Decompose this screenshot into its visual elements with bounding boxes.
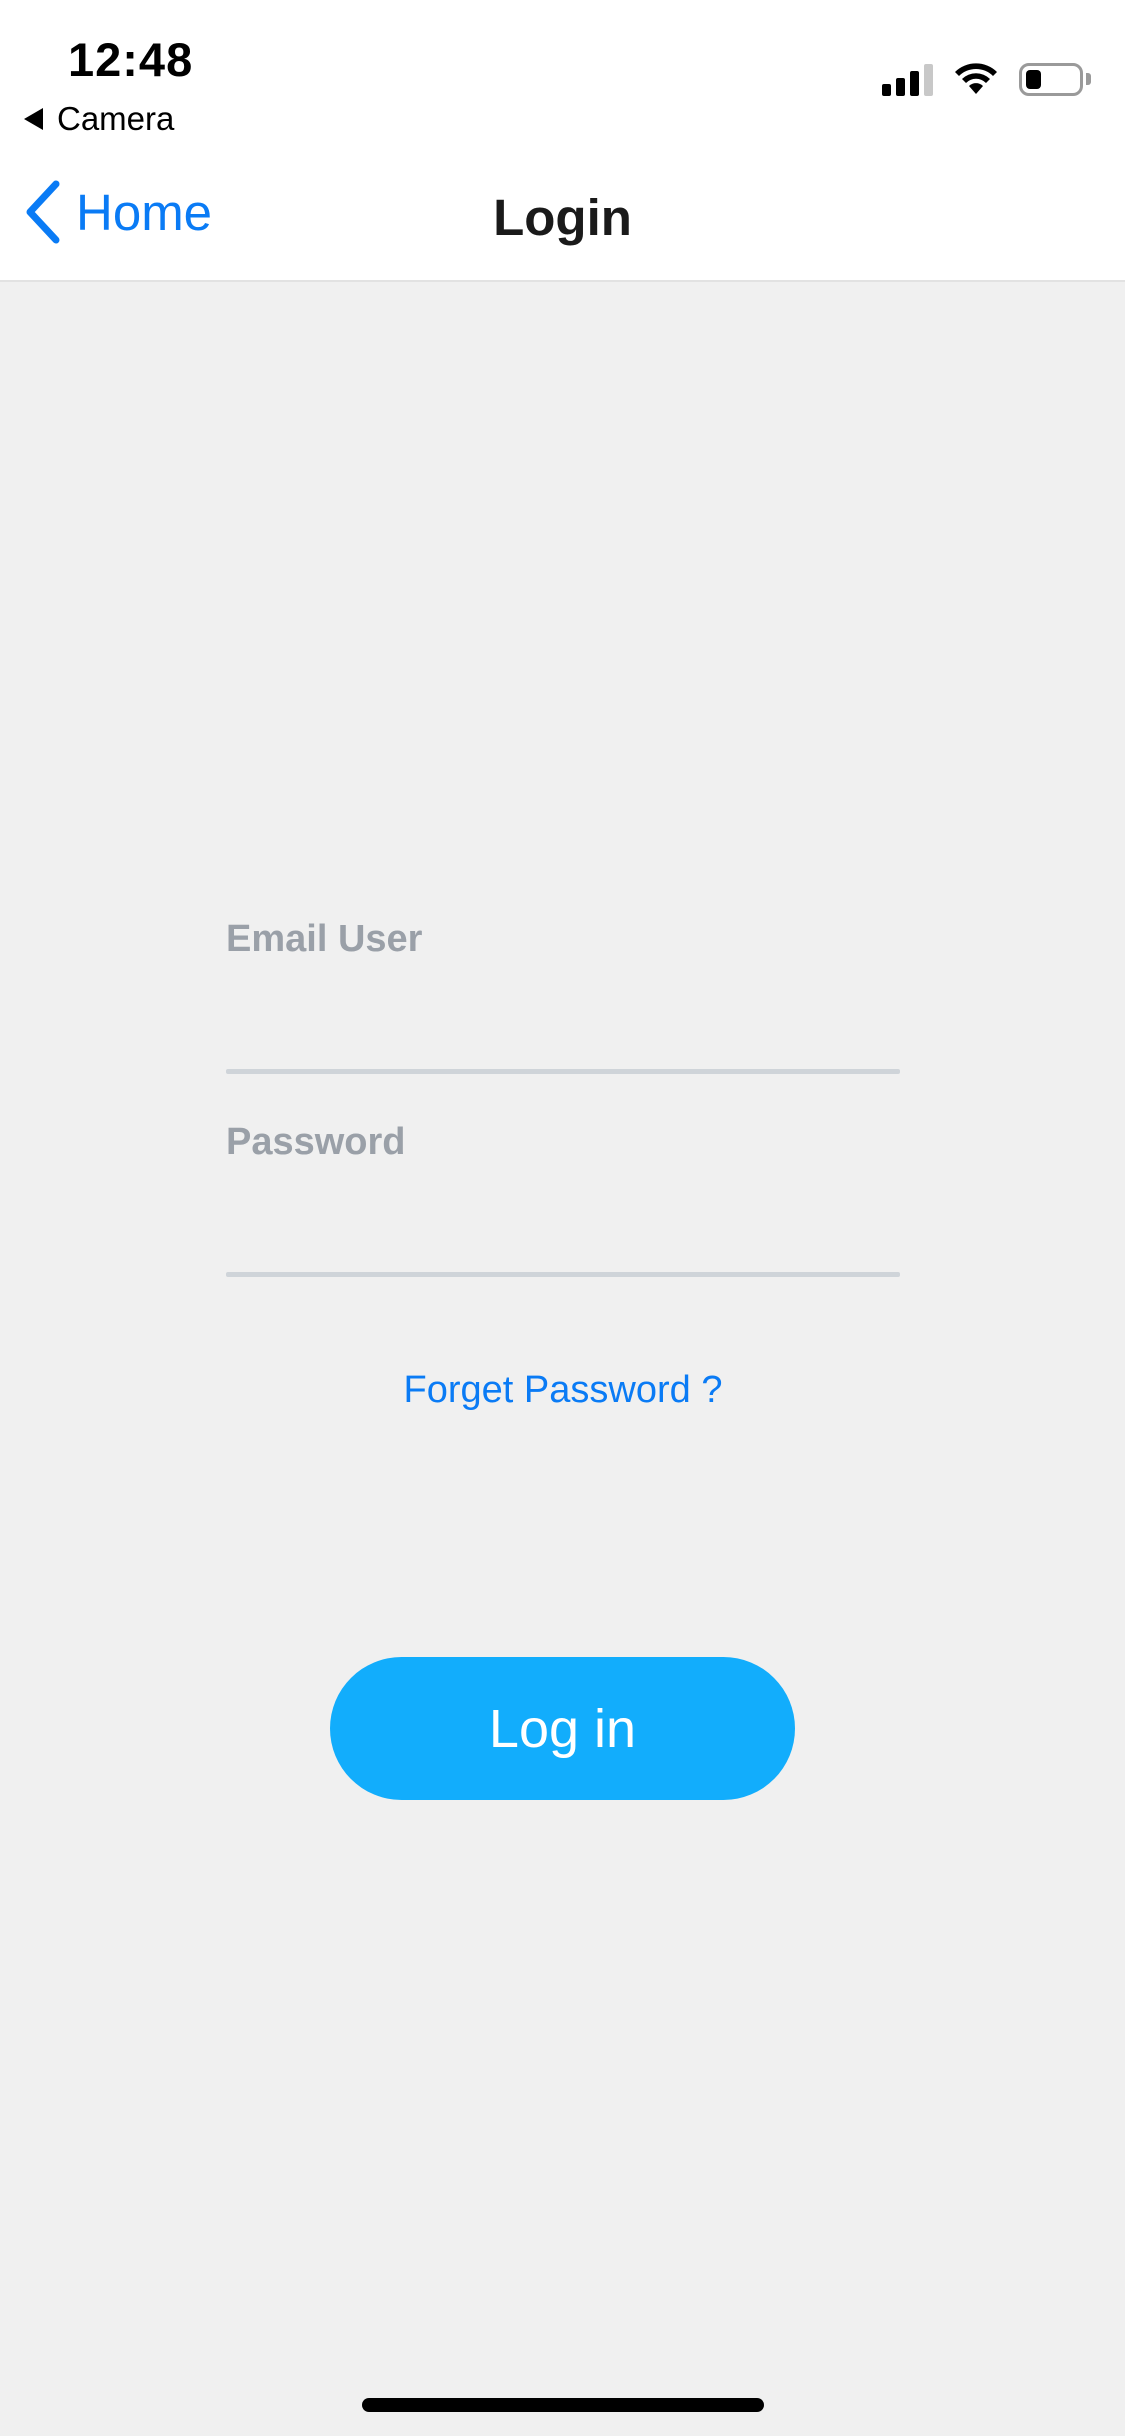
password-underline: [226, 1272, 900, 1277]
battery-tip: [1086, 73, 1091, 85]
back-button-label: Home: [76, 183, 213, 241]
email-label: Email User: [226, 918, 423, 960]
login-button[interactable]: Log in: [330, 1657, 795, 1800]
password-label: Password: [226, 1121, 406, 1163]
chevron-left-icon: [26, 180, 60, 244]
back-to-app-link[interactable]: Camera: [24, 100, 174, 138]
status-icons: [877, 62, 1091, 96]
status-time: 12:48: [68, 33, 194, 86]
back-button[interactable]: Home: [22, 180, 212, 244]
login-form: Email User Password Forget Password ?: [226, 0, 900, 2436]
wifi-icon: [955, 63, 997, 94]
password-field[interactable]: [226, 1201, 900, 1261]
home-indicator[interactable]: [362, 2398, 764, 2412]
battery-icon: [1019, 62, 1083, 96]
forget-password-link[interactable]: Forget Password ?: [226, 1369, 900, 1412]
back-triangle-icon: [24, 108, 43, 130]
back-to-app-label: Camera: [57, 100, 175, 137]
battery-level: [1026, 69, 1041, 89]
email-underline: [226, 1069, 900, 1074]
login-screen: 12:48 Camera Login Home Email User Passw…: [0, 0, 1125, 2436]
email-field[interactable]: [226, 998, 900, 1058]
